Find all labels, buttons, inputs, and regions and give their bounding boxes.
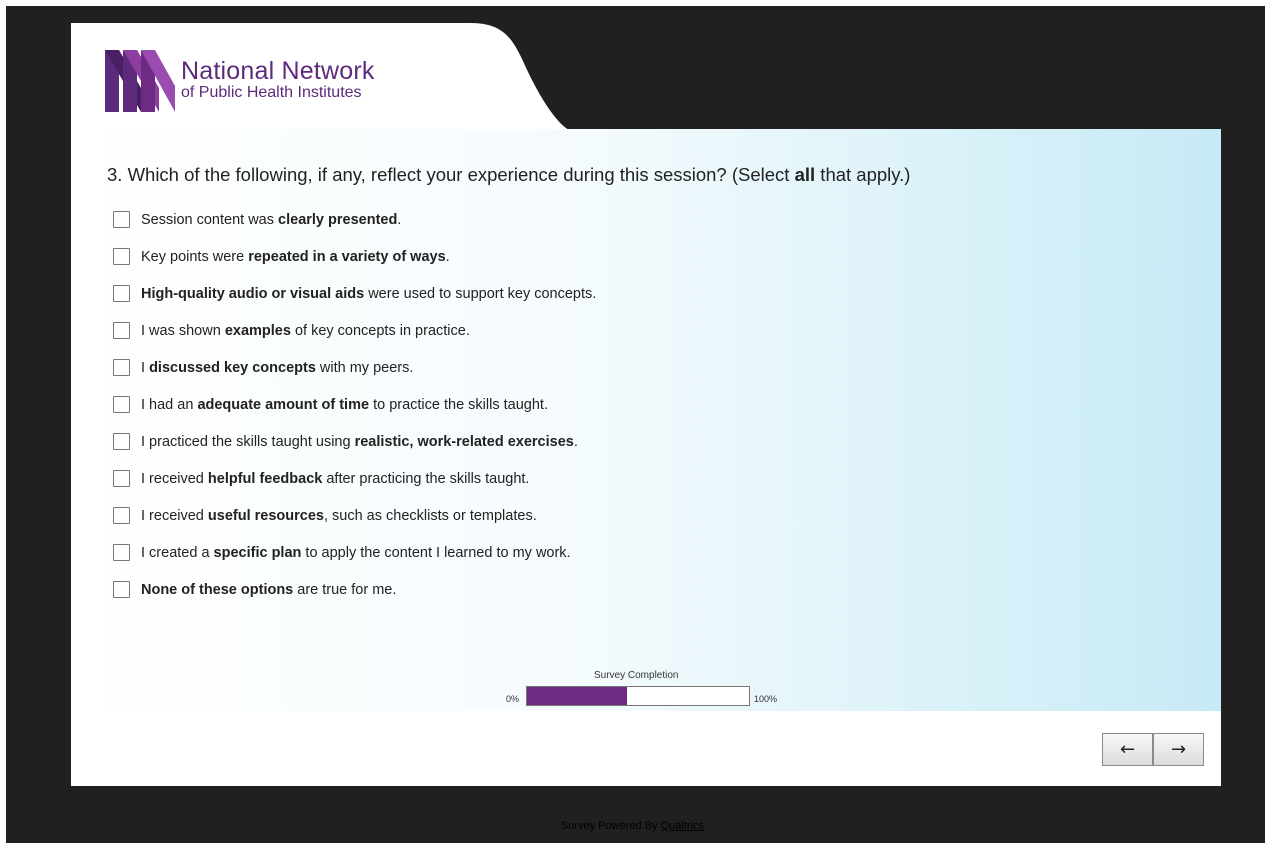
option-label[interactable]: Session content was clearly presented. — [141, 212, 401, 228]
option-11[interactable]: None of these options are true for me. — [113, 571, 596, 608]
option-label[interactable]: I discussed key concepts with my peers. — [141, 360, 413, 376]
checkbox[interactable] — [113, 211, 130, 228]
checkbox[interactable] — [113, 470, 130, 487]
checkbox[interactable] — [113, 544, 130, 561]
question-suffix: that apply.) — [815, 164, 911, 185]
brand-title: National Network — [181, 57, 375, 85]
option-6[interactable]: I had an adequate amount of time to prac… — [113, 386, 596, 423]
option-label[interactable]: I was shown examples of key concepts in … — [141, 323, 470, 339]
checkbox[interactable] — [113, 581, 130, 598]
option-4[interactable]: I was shown examples of key concepts in … — [113, 312, 596, 349]
brand-subtitle: of Public Health Institutes — [181, 84, 362, 101]
progress-fill — [527, 687, 627, 705]
option-label[interactable]: I received helpful feedback after practi… — [141, 471, 529, 487]
footer-text: Survey Powered By — [560, 820, 661, 832]
option-2[interactable]: Key points were repeated in a variety of… — [113, 238, 596, 275]
nnphi-logo: National Network of Public Health Instit… — [103, 42, 375, 116]
option-10[interactable]: I created a specific plan to apply the c… — [113, 534, 596, 571]
option-5[interactable]: I discussed key concepts with my peers. — [113, 349, 596, 386]
option-label[interactable]: I practiced the skills taught using real… — [141, 434, 578, 450]
option-8[interactable]: I received helpful feedback after practi… — [113, 460, 596, 497]
checkbox[interactable] — [113, 285, 130, 302]
options-list: Session content was clearly presented. K… — [113, 201, 596, 608]
question-panel: 3. Which of the following, if any, refle… — [71, 129, 1221, 711]
next-button[interactable]: → — [1153, 733, 1204, 766]
option-label[interactable]: None of these options are true for me. — [141, 582, 396, 598]
footer: Survey Powered By Qualtrics — [0, 820, 1265, 832]
nnphi-logo-mark-icon — [105, 50, 175, 112]
checkbox[interactable] — [113, 433, 130, 450]
option-label[interactable]: I received useful resources, such as che… — [141, 508, 537, 524]
question-text: 3. Which of the following, if any, refle… — [107, 164, 910, 186]
qualtrics-link[interactable]: Qualtrics — [661, 820, 704, 832]
checkbox[interactable] — [113, 507, 130, 524]
option-label[interactable]: I created a specific plan to apply the c… — [141, 545, 571, 561]
option-label[interactable]: I had an adequate amount of time to prac… — [141, 397, 548, 413]
option-1[interactable]: Session content was clearly presented. — [113, 201, 596, 238]
checkbox[interactable] — [113, 248, 130, 265]
question-emphasis: all — [794, 164, 816, 185]
back-button[interactable]: ← — [1102, 733, 1153, 766]
checkbox[interactable] — [113, 322, 130, 339]
checkbox[interactable] — [113, 359, 130, 376]
option-7[interactable]: I practiced the skills taught using real… — [113, 423, 596, 460]
option-9[interactable]: I received useful resources, such as che… — [113, 497, 596, 534]
navigation-bar: ← → — [71, 711, 1221, 786]
option-label[interactable]: Key points were repeated in a variety of… — [141, 249, 450, 265]
checkbox[interactable] — [113, 396, 130, 413]
progress-min-label: 0% — [506, 694, 520, 704]
progress-bar — [526, 686, 750, 706]
progress-max-label: 100% — [754, 694, 778, 704]
option-3[interactable]: High-quality audio or visual aids were u… — [113, 275, 596, 312]
question-prefix: 3. Which of the following, if any, refle… — [107, 164, 795, 185]
progress-title: Survey Completion — [594, 670, 679, 681]
option-label[interactable]: High-quality audio or visual aids were u… — [141, 286, 596, 302]
